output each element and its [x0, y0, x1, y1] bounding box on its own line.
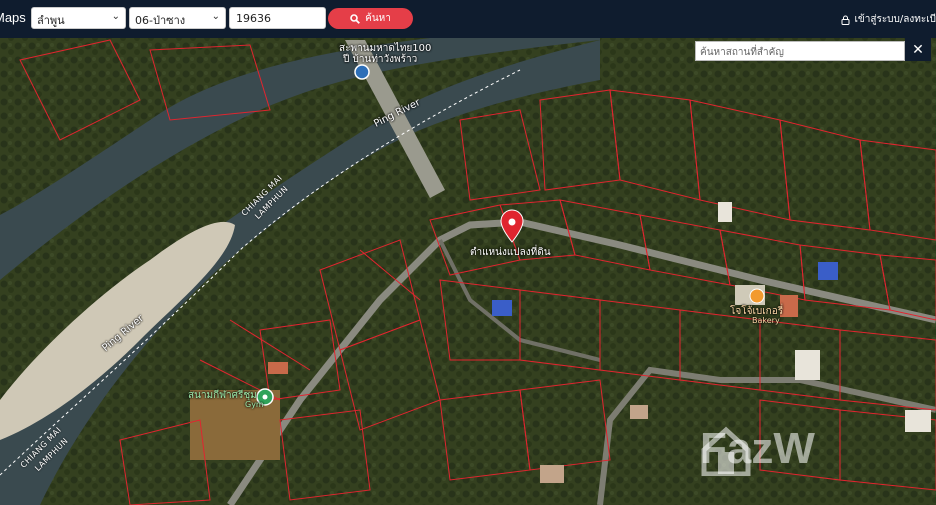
search-button[interactable]: ค้นหา [328, 8, 413, 29]
brand-logo-text[interactable]: Maps [0, 10, 26, 25]
house-logo-icon [701, 426, 751, 476]
poi-search-input[interactable]: ค้นหาสถานที่สำคัญ [695, 41, 905, 61]
top-navbar: Maps ลำพูน ⌄ 06-ป่าซาง ⌄ 19636 ค้นหา เข้… [0, 0, 936, 38]
close-icon[interactable]: ✕ [905, 38, 931, 61]
bridge-icon[interactable] [354, 64, 370, 80]
province-select[interactable]: ลำพูน ⌄ [31, 7, 126, 29]
satellite-map[interactable]: สะพานมหาดไทย100 ปี บ้านท่าวังพร้าว Ping … [0, 38, 936, 505]
watermark-logo: FazW [700, 424, 815, 476]
lock-icon [841, 15, 850, 25]
chevron-down-icon: ⌄ [211, 11, 220, 22]
login-link-label: เข้าสู่ระบบ/ลงทะเบี [854, 14, 936, 25]
search-icon [350, 13, 361, 24]
login-link[interactable]: เข้าสู่ระบบ/ลงทะเบี [841, 12, 936, 27]
parcel-marker-label: ตำแหน่งแปลงที่ดิน [470, 247, 551, 258]
chevron-down-icon: ⌄ [111, 11, 120, 22]
bakery-icon[interactable] [749, 288, 765, 304]
parcel-number-input[interactable]: 19636 [229, 7, 326, 29]
stadium-sublabel: Gym [245, 400, 264, 409]
gym-icon-dot [262, 394, 268, 400]
district-select[interactable]: 06-ป่าซาง ⌄ [129, 7, 226, 29]
district-select-value: 06-ป่าซาง [135, 14, 186, 27]
map-pin-dot [508, 218, 516, 226]
bridge-sublabel: ปี บ้านท่าวังพร้าว [343, 54, 418, 65]
province-select-value: ลำพูน [37, 14, 65, 27]
bakery-sublabel: Bakery [752, 316, 780, 325]
search-button-label: ค้นหา [365, 13, 391, 24]
